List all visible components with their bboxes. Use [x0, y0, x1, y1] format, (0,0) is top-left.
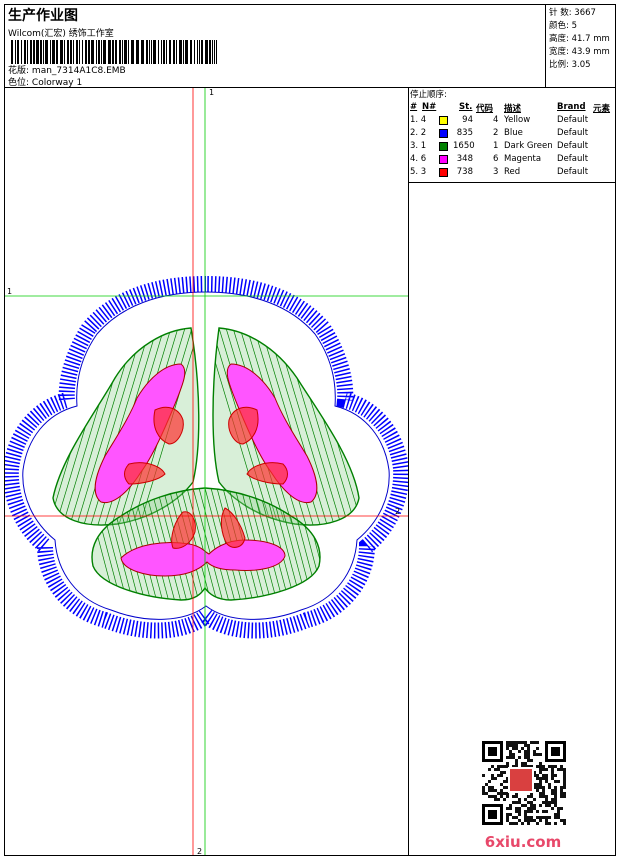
- row-code: 6: [493, 154, 499, 164]
- studio-name: Wilcom(汇宏) 绣饰工作室: [8, 29, 114, 39]
- row-code: 2: [493, 128, 499, 138]
- row-index: 1. 4: [410, 115, 427, 125]
- col-stitches: St.: [459, 102, 473, 112]
- row-index: 2. 2: [410, 128, 427, 138]
- design-canvas: 1 2 1 2: [5, 88, 408, 855]
- row-brand: Default: [557, 128, 589, 138]
- sequence-row: 3. 1 1650 1 Dark Green Default: [409, 141, 615, 154]
- row-stitches: 348: [456, 154, 473, 164]
- row-index: 5. 3: [410, 167, 427, 177]
- color-swatch: [439, 116, 448, 125]
- color-swatch: [439, 155, 448, 164]
- col-hash: #: [410, 102, 418, 112]
- col-n: N#: [422, 102, 437, 112]
- color-swatch: [439, 129, 448, 138]
- row-stitches: 835: [456, 128, 473, 138]
- watermark-text: 6xiu.com: [484, 833, 562, 851]
- color-swatch: [439, 168, 448, 177]
- row-brand: Default: [557, 167, 589, 177]
- row-index: 4. 6: [410, 154, 427, 164]
- row-desc: Magenta: [504, 154, 542, 164]
- row-desc: Red: [504, 167, 521, 177]
- row-stitches: 738: [456, 167, 473, 177]
- row-brand: Default: [557, 115, 589, 125]
- row-code: 1: [493, 141, 499, 151]
- sequence-row: 5. 3 738 3 Red Default: [409, 167, 615, 180]
- guide-label-right: 2: [395, 507, 400, 516]
- stat-width: 宽度: 43.9 mm: [549, 47, 610, 57]
- color-swatch: [439, 142, 448, 151]
- row-code: 3: [493, 167, 499, 177]
- col-desc: 描述: [504, 104, 522, 114]
- watermark: 6xiu.com: [478, 737, 568, 855]
- row-stitches: 1650: [453, 141, 475, 151]
- row-brand: Default: [557, 154, 589, 164]
- stat-colors: 颜色: 5: [549, 21, 577, 31]
- row-desc: Dark Green: [504, 141, 553, 151]
- page-title: 生产作业图: [8, 8, 78, 24]
- col-brand: Brand: [557, 102, 586, 112]
- guide-label-bottom: 2: [197, 847, 202, 855]
- stats-panel: 针 数: 3667 颜色: 5 高度: 41.7 mm 宽度: 43.9 mm …: [545, 5, 616, 87]
- barcode: [11, 40, 217, 64]
- col-element: 元素: [593, 104, 611, 114]
- header: 生产作业图 Wilcom(汇宏) 绣饰工作室 花版: man_7314A1C8.…: [5, 5, 545, 88]
- row-desc: Blue: [504, 128, 523, 138]
- guide-label-left: 1: [7, 287, 12, 296]
- guide-label-top: 1: [209, 88, 214, 97]
- sequence-row: 1. 4 94 4 Yellow Default: [409, 115, 615, 128]
- sequence-title: 停止顺序:: [410, 90, 447, 100]
- row-code: 4: [493, 115, 499, 125]
- table-divider: [408, 182, 616, 183]
- stat-height: 高度: 41.7 mm: [549, 34, 610, 44]
- row-index: 3. 1: [410, 141, 427, 151]
- row-stitches: 94: [462, 115, 473, 125]
- sequence-row: 4. 6 348 6 Magenta Default: [409, 154, 615, 167]
- row-desc: Yellow: [504, 115, 531, 125]
- panel-divider: [408, 87, 409, 856]
- stat-stitches: 针 数: 3667: [549, 8, 596, 18]
- sequence-row: 2. 2 835 2 Blue Default: [409, 128, 615, 141]
- stat-scale: 比例: 3.05: [549, 60, 591, 70]
- row-brand: Default: [557, 141, 589, 151]
- embroidery-design: 1 2 1 2: [5, 88, 408, 855]
- col-code: 代码: [476, 104, 494, 114]
